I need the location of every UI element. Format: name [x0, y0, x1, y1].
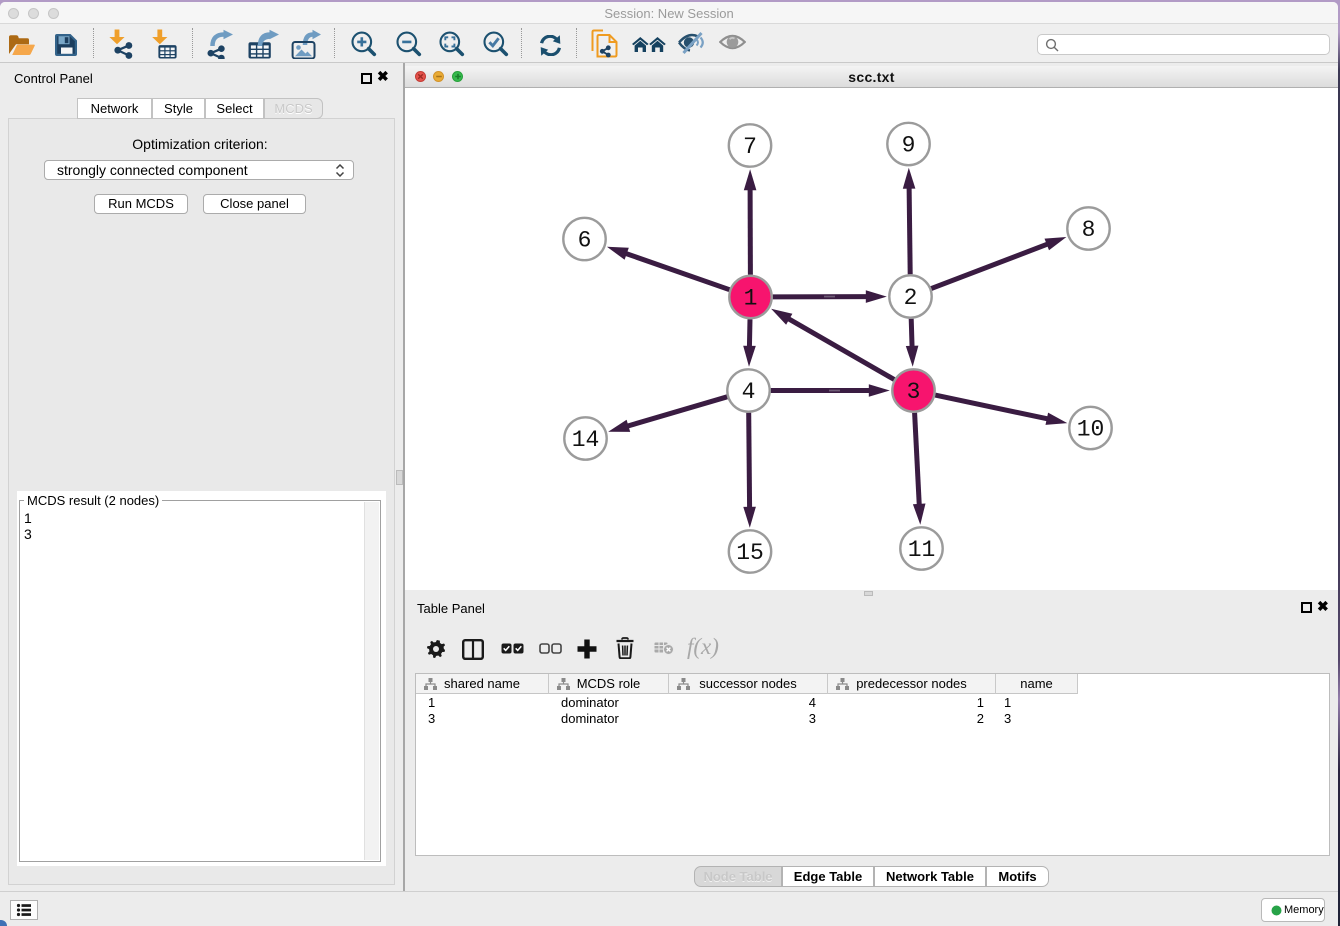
svg-text:8: 8: [1082, 217, 1096, 243]
svg-text:2: 2: [904, 285, 918, 311]
svg-text:10: 10: [1077, 417, 1105, 443]
svg-text:6: 6: [578, 228, 592, 254]
svg-text:14: 14: [572, 427, 600, 453]
svg-text:15: 15: [736, 540, 764, 566]
svg-text:7: 7: [743, 134, 757, 160]
svg-text:11: 11: [908, 537, 936, 563]
svg-text:9: 9: [902, 133, 916, 159]
svg-text:3: 3: [907, 379, 921, 405]
svg-text:1: 1: [744, 286, 758, 312]
svg-text:4: 4: [742, 379, 756, 405]
